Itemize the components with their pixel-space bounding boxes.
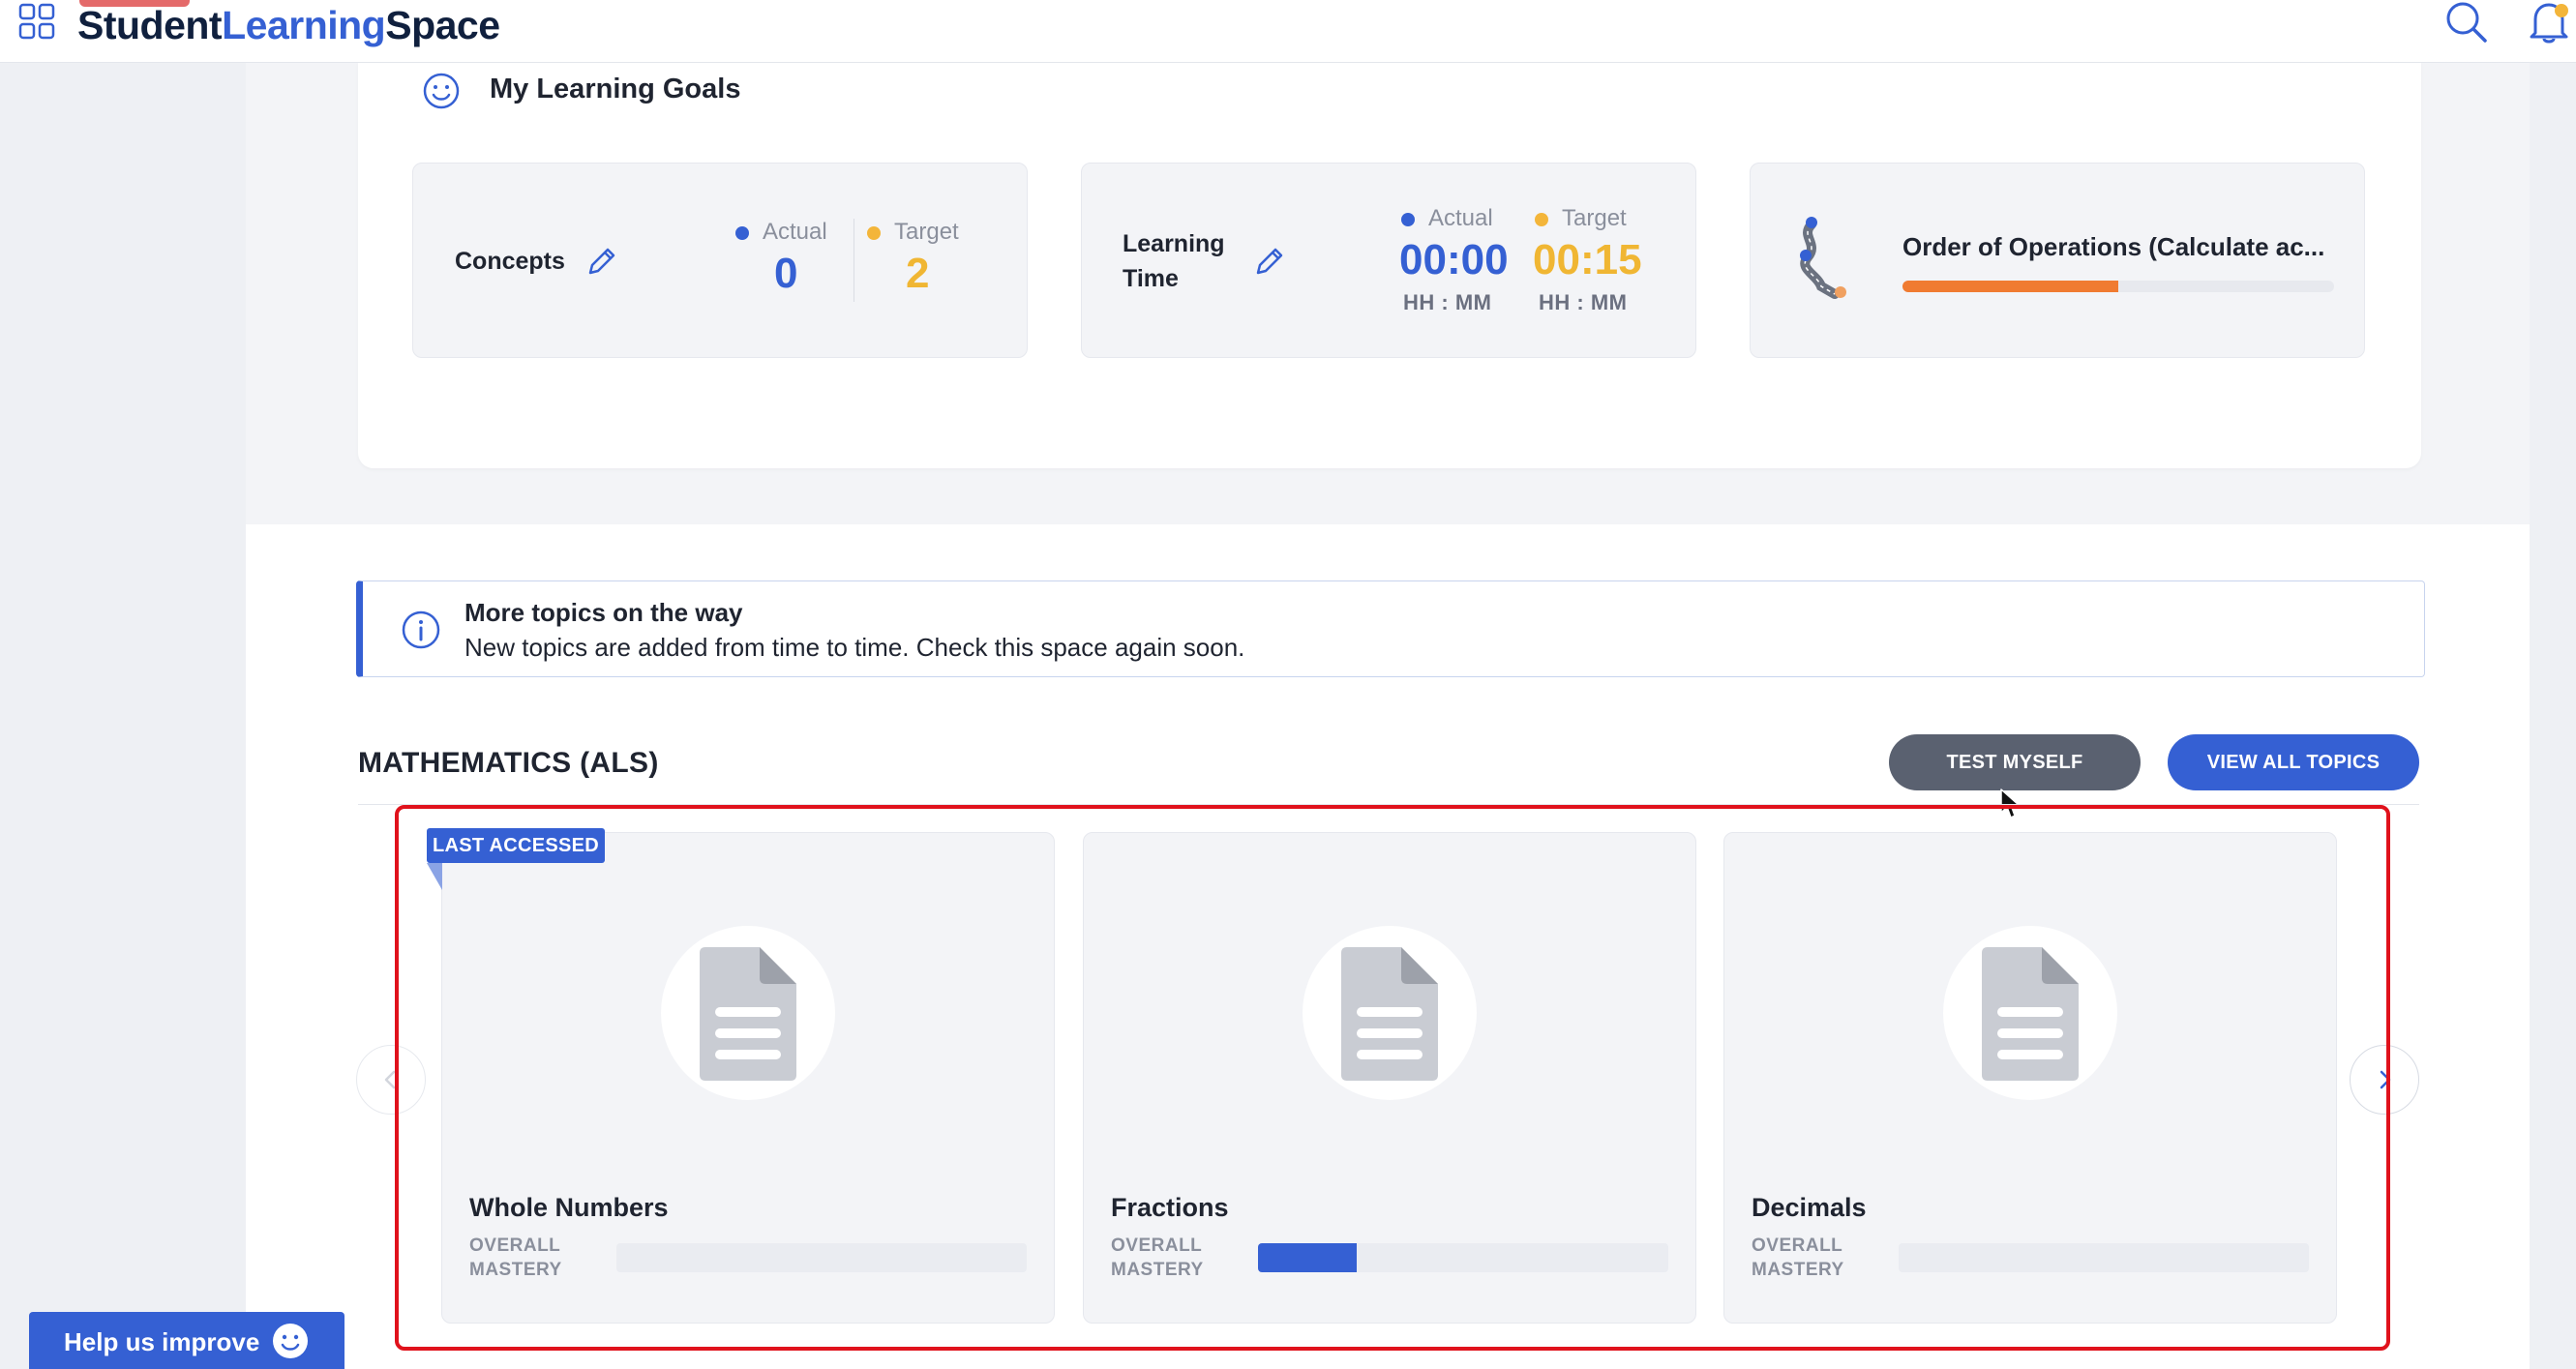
concepts-target-label: Target: [894, 219, 959, 245]
target-legend-dot: [867, 226, 881, 240]
search-icon[interactable]: [2444, 0, 2489, 45]
info-banner-title: More topics on the way: [464, 598, 743, 627]
mastery-label-line1: OVERALL: [1752, 1235, 1843, 1256]
target-legend-dot: [1535, 213, 1548, 226]
document-icon: [700, 947, 796, 1081]
mastery-bar: [1258, 1243, 1668, 1272]
topic-card-fractions[interactable]: Fractions OVERALL MASTERY: [1083, 832, 1696, 1324]
topic-name: Decimals: [1752, 1193, 1867, 1222]
overall-mastery-label: OVERALL MASTERY: [469, 1234, 562, 1282]
smile-icon: [423, 73, 460, 109]
topic-card-whole-numbers[interactable]: Whole Numbers OVERALL MASTERY: [441, 832, 1055, 1324]
learning-time-label-line1: Learning: [1123, 230, 1225, 257]
badge-fold: [427, 863, 442, 890]
edit-concepts-pencil-icon[interactable]: [584, 244, 619, 279]
time-actual-value: 00:00: [1399, 236, 1509, 283]
topic-card-decimals[interactable]: Decimals OVERALL MASTERY: [1723, 832, 2337, 1324]
brand-word-learning: Learning: [222, 3, 386, 47]
help-us-improve-label: Help us improve: [64, 1327, 260, 1356]
time-actual-label: Actual: [1428, 205, 1493, 231]
topic-name: Fractions: [1111, 1193, 1229, 1222]
info-icon: [402, 610, 440, 649]
overall-mastery-label: OVERALL MASTERY: [1752, 1234, 1844, 1282]
mastery-bar: [1899, 1243, 2309, 1272]
overall-mastery-label: OVERALL MASTERY: [1111, 1234, 1204, 1282]
info-banner-text: New topics are added from time to time. …: [464, 633, 1245, 662]
concepts-actual-value: 0: [774, 250, 798, 297]
learning-time-label-line2: Time: [1123, 265, 1179, 292]
time-target-value: 00:15: [1533, 236, 1642, 283]
mastery-label-line1: OVERALL: [469, 1235, 561, 1256]
section-divider: [358, 804, 2419, 805]
last-accessed-badge: LAST ACCESSED: [427, 828, 605, 863]
time-target-label: Target: [1562, 205, 1627, 231]
carousel-prev-button[interactable]: [356, 1045, 426, 1115]
info-banner: [356, 580, 2425, 677]
carousel-next-button[interactable]: [2350, 1045, 2419, 1115]
mastery-label-line2: MASTERY: [1752, 1260, 1844, 1280]
mastery-label-line1: OVERALL: [1111, 1235, 1203, 1256]
brand-word-space: Space: [385, 3, 500, 47]
top-bar: StudentLearningSpace: [0, 0, 2576, 63]
chevron-right-icon: [2380, 1070, 2391, 1089]
mastery-bar: [616, 1243, 1027, 1272]
notification-dot: [2555, 4, 2568, 17]
time-target-unit: HH : MM: [1539, 290, 1628, 314]
current-topic-progress-bar: [1902, 281, 2334, 292]
help-us-improve-tab[interactable]: Help us improve: [29, 1312, 344, 1369]
topic-name: Whole Numbers: [469, 1193, 669, 1222]
right-rail: [2530, 62, 2576, 1369]
actual-legend-dot: [1401, 213, 1415, 226]
document-icon: [1341, 947, 1438, 1081]
apps-grid-icon[interactable]: [17, 2, 56, 41]
edit-learning-time-pencil-icon[interactable]: [1252, 244, 1287, 279]
topic-thumbnail: [661, 926, 835, 1100]
actual-legend-dot: [735, 226, 749, 240]
document-icon: [1982, 947, 2079, 1081]
chevron-left-icon: [384, 1070, 396, 1089]
concepts-label: Concepts: [455, 248, 565, 275]
learning-goals-title: My Learning Goals: [490, 74, 741, 104]
mastery-label-line2: MASTERY: [1111, 1260, 1204, 1280]
test-myself-button[interactable]: TEST MYSELF: [1889, 734, 2141, 790]
current-topic-title: Order of Operations (Calculate ac...: [1902, 232, 2325, 261]
left-rail: [0, 62, 246, 1369]
topic-thumbnail: [1303, 926, 1477, 1100]
time-actual-unit: HH : MM: [1403, 290, 1492, 314]
view-all-topics-button[interactable]: VIEW ALL TOPICS: [2168, 734, 2419, 790]
learning-path-road-icon: [1800, 217, 1846, 299]
subject-title: MATHEMATICS (ALS): [358, 747, 659, 779]
mastery-label-line2: MASTERY: [469, 1260, 562, 1280]
smile-icon: [273, 1324, 308, 1358]
concepts-actual-label: Actual: [763, 219, 827, 245]
mastery-bar-fill: [1258, 1243, 1357, 1272]
brand-word-student: Student: [77, 3, 223, 47]
current-topic-progress-fill: [1902, 281, 2118, 292]
concepts-target-value: 2: [906, 250, 930, 297]
app-logo[interactable]: StudentLearningSpace: [77, 2, 500, 48]
topic-thumbnail: [1943, 926, 2117, 1100]
